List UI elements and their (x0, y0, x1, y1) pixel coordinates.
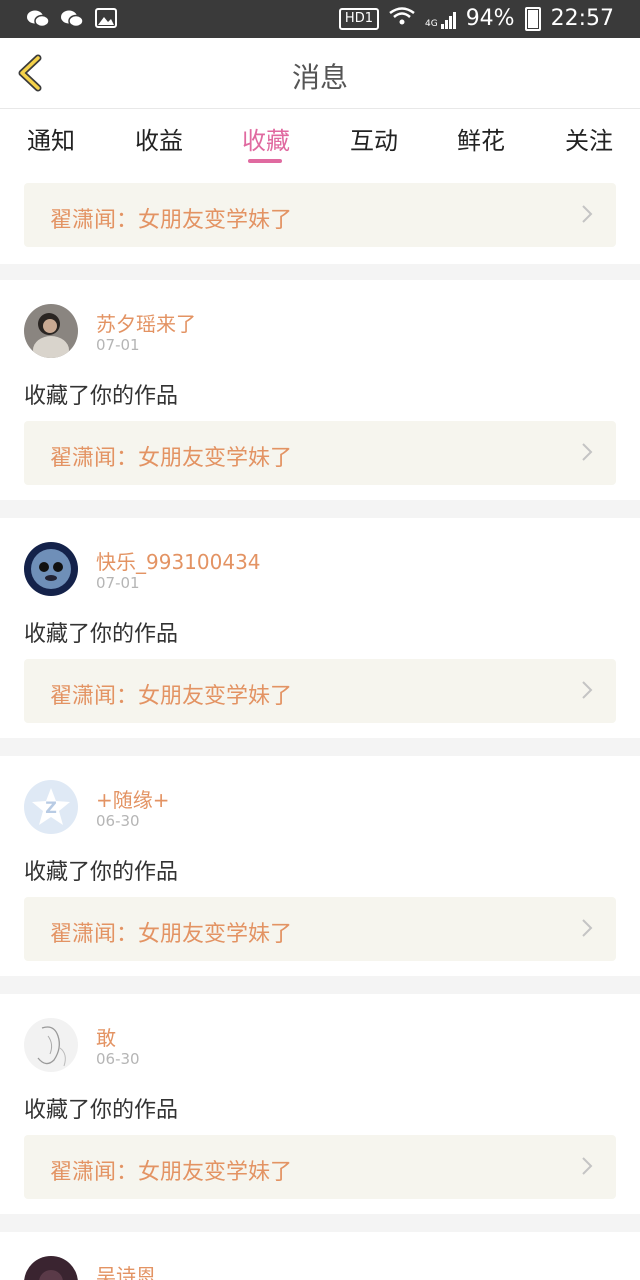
hd-badge: HD1 (338, 7, 379, 30)
username[interactable]: +随缘+ (96, 784, 170, 813)
battery-percent: 94% (465, 6, 515, 31)
chevron-right-icon (582, 681, 593, 699)
avatar[interactable] (24, 1256, 78, 1280)
wechat-icon (60, 8, 84, 30)
username[interactable]: 苏夕瑶来了 (96, 308, 196, 337)
chevron-right-icon (582, 443, 593, 461)
work-link[interactable]: 翟潇闻：女朋友变学妹了 (24, 659, 616, 723)
work-link[interactable]: 翟潇闻：女朋友变学妹了 (24, 421, 616, 485)
network-type: 4G (424, 18, 438, 29)
tab-earnings[interactable]: 收益 (135, 121, 183, 156)
timestamp: 06-30 (96, 1050, 140, 1068)
action-text: 收藏了你的作品 (24, 860, 179, 885)
signal-icon: 4G (425, 9, 456, 29)
action-text: 收藏了你的作品 (24, 1098, 179, 1123)
tab-notifications[interactable]: 通知 (27, 121, 75, 156)
timestamp: 07-01 (96, 574, 140, 592)
tab-flowers[interactable]: 鲜花 (457, 121, 505, 156)
tab-favorites[interactable]: 收藏 (242, 121, 290, 156)
list-item: Z +随缘+ 06-30 收藏了你的作品 翟潇闻：女朋友变学妹了 (0, 756, 640, 976)
action-text: 收藏了你的作品 (24, 384, 179, 409)
work-title: 翟潇闻：女朋友变学妹了 (50, 208, 293, 233)
header: 消息 (0, 38, 640, 109)
timestamp: 06-30 (96, 812, 140, 830)
avatar[interactable] (24, 542, 78, 596)
avatar[interactable] (24, 1018, 78, 1072)
username[interactable]: 敢 (96, 1022, 116, 1051)
avatar[interactable]: Z (24, 780, 78, 834)
work-title: 翟潇闻：女朋友变学妹了 (50, 1160, 293, 1185)
notification-icons (26, 8, 118, 30)
work-link[interactable]: 翟潇闻：女朋友变学妹了 (24, 897, 616, 961)
username[interactable]: 快乐_993100434 (96, 546, 261, 575)
username[interactable]: 吴诗恩 (96, 1260, 156, 1280)
list-item: 翟潇闻：女朋友变学妹了 (0, 169, 640, 264)
chevron-right-icon (582, 1157, 593, 1175)
tab-bar: 通知 收益 收藏 互动 鲜花 关注 (0, 109, 640, 169)
work-link[interactable]: 翟潇闻：女朋友变学妹了 (24, 183, 616, 247)
wechat-icon (26, 8, 50, 30)
image-icon (94, 8, 118, 30)
chevron-right-icon (582, 919, 593, 937)
svg-text:Z: Z (45, 798, 57, 817)
work-title: 翟潇闻：女朋友变学妹了 (50, 446, 293, 471)
clock: 22:57 (550, 6, 614, 31)
system-status: HD1 4G 94% 22:57 (338, 6, 614, 31)
tab-interactions[interactable]: 互动 (350, 121, 398, 156)
work-title: 翟潇闻：女朋友变学妹了 (50, 684, 293, 709)
status-bar: HD1 4G 94% 22:57 (0, 0, 640, 38)
active-tab-indicator (248, 159, 282, 163)
list-item: 苏夕瑶来了 07-01 收藏了你的作品 翟潇闻：女朋友变学妹了 (0, 280, 640, 500)
wifi-icon (389, 7, 415, 30)
work-title: 翟潇闻：女朋友变学妹了 (50, 922, 293, 947)
page-title: 消息 (291, 61, 348, 94)
tab-follows[interactable]: 关注 (565, 121, 613, 156)
chevron-right-icon (582, 205, 593, 223)
battery-icon (524, 6, 541, 31)
list-item: 快乐_993100434 07-01 收藏了你的作品 翟潇闻：女朋友变学妹了 (0, 518, 640, 738)
list-item: 吴诗恩 (0, 1232, 640, 1280)
action-text: 收藏了你的作品 (24, 622, 179, 647)
list-item: 敢 06-30 收藏了你的作品 翟潇闻：女朋友变学妹了 (0, 994, 640, 1214)
timestamp: 07-01 (96, 336, 140, 354)
work-link[interactable]: 翟潇闻：女朋友变学妹了 (24, 1135, 616, 1199)
avatar[interactable] (24, 304, 78, 358)
